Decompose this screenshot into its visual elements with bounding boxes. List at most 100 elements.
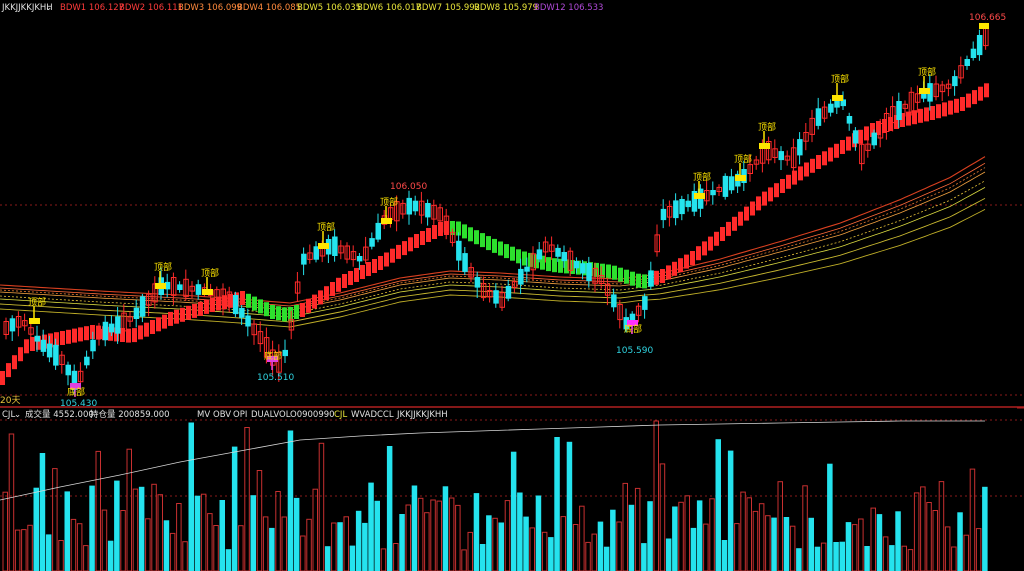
volume-bar	[889, 545, 895, 571]
volume-bar	[89, 485, 95, 571]
volume-bar	[188, 422, 194, 571]
tab-wvad[interactable]: WVAD	[351, 410, 377, 420]
period-label: 20天	[0, 396, 20, 406]
trend-brick	[714, 231, 719, 246]
volume-bar	[33, 487, 39, 571]
volume-bar	[337, 522, 343, 571]
price-label-low-right: 105.590	[616, 346, 653, 356]
trend-brick	[324, 286, 329, 301]
tab-obv[interactable]: OBV	[213, 410, 231, 420]
candle-body	[139, 296, 146, 317]
candle-body	[970, 48, 977, 59]
top-marker-label: 顶部	[693, 171, 711, 183]
candle-body	[710, 190, 716, 196]
volume-bar	[219, 500, 225, 571]
top-marker-block	[979, 23, 989, 29]
tab-cjl[interactable]: CJL	[334, 410, 347, 420]
trend-brick	[342, 274, 347, 288]
trend-brick	[918, 108, 923, 123]
volume-bar	[610, 509, 616, 571]
trend-brick	[252, 296, 257, 311]
volume-bar	[690, 527, 697, 571]
bottom-marker-label: 底部	[624, 323, 642, 335]
candle-body	[239, 307, 245, 318]
volume-bar	[783, 517, 790, 571]
volume-bar	[523, 516, 529, 571]
trend-brick	[624, 269, 629, 284]
trend-brick	[636, 273, 641, 288]
trend-brick	[546, 257, 551, 272]
volume-bar	[231, 446, 238, 571]
candle-body	[518, 268, 524, 285]
trend-brick	[366, 262, 371, 276]
trend-brick	[504, 244, 509, 259]
tab-o0900990[interactable]: O0900990	[290, 410, 335, 420]
chevron-down-icon[interactable]: ⌄	[45, 3, 52, 13]
trend-brick	[78, 327, 83, 342]
trend-brick	[774, 183, 779, 198]
volume-bar	[721, 540, 728, 571]
volume-bar	[672, 506, 678, 571]
trend-brick	[348, 271, 353, 285]
indicator-tabs[interactable]: MV OBV OPI DUALVOL O0900990 CJL WVAD CCL JKKJJKK…	[197, 410, 448, 420]
volume-bar	[486, 515, 492, 571]
volume-bar	[895, 511, 901, 571]
tab-dualvol[interactable]: DUALVOL	[251, 410, 291, 420]
candle-body	[115, 316, 121, 334]
trend-brick	[672, 261, 677, 276]
trend-brick	[168, 311, 173, 326]
volume-bar	[479, 544, 486, 571]
trend-brick	[750, 201, 755, 216]
trend-brick	[768, 187, 773, 202]
futures-chart[interactable]: JKKJJKKJKHH ⌄ BDW1 106.127BDW2 106.111BD…	[0, 0, 1024, 571]
candle-body	[952, 76, 958, 87]
top-marker-label: 顶部	[734, 153, 752, 165]
candle-body	[177, 284, 183, 290]
top-marker-block	[202, 289, 213, 295]
trend-brick	[948, 100, 953, 115]
trend-brick	[384, 252, 389, 267]
candle-body	[332, 236, 338, 256]
trend-brick	[804, 162, 809, 177]
trend-brick	[666, 265, 671, 280]
tab-mv[interactable]: MV	[197, 410, 210, 420]
candle-body	[642, 296, 648, 310]
top-marker-label: 顶部	[758, 121, 776, 133]
volume-bar	[566, 441, 573, 571]
price-label-high: 106.665	[969, 13, 1006, 23]
trend-brick	[402, 241, 407, 256]
trend-brick	[654, 270, 659, 285]
candle-body	[356, 256, 363, 262]
trend-brick	[720, 227, 725, 241]
indicator-value: BDW12 106.533	[534, 3, 603, 13]
trend-brick	[474, 230, 479, 245]
volume-bar	[39, 453, 46, 571]
volume-bar	[293, 497, 300, 571]
trend-brick	[390, 248, 395, 263]
trend-brick	[810, 158, 815, 173]
chevron-down-icon[interactable]: ⌄	[14, 410, 21, 420]
volume-value: 成交量 4552.000	[25, 409, 94, 420]
trend-brick	[762, 191, 767, 206]
trend-brick	[330, 282, 335, 296]
trend-brick	[792, 170, 797, 185]
candle-body	[976, 35, 983, 56]
candle-body	[133, 307, 140, 320]
tab-ccl[interactable]: CCL	[377, 410, 394, 420]
trend-brick	[318, 290, 323, 305]
trend-brick	[426, 228, 431, 242]
tab-opi[interactable]: OPI	[233, 410, 247, 420]
candle-body	[46, 343, 53, 358]
tab-jkkjjkkjkhh[interactable]: JKKJJKKJKHH	[396, 410, 448, 420]
volume-bar	[442, 486, 449, 571]
volume-bar	[628, 504, 635, 571]
top-marker-block	[29, 318, 40, 324]
price-label-low-mid: 105.510	[257, 373, 294, 383]
trend-brick	[828, 147, 833, 162]
trend-brick	[858, 129, 863, 144]
trend-brick	[306, 298, 311, 313]
trend-brick	[144, 322, 149, 337]
trend-brick	[732, 216, 737, 231]
candle-body	[245, 315, 251, 327]
volume-bar	[107, 540, 114, 571]
